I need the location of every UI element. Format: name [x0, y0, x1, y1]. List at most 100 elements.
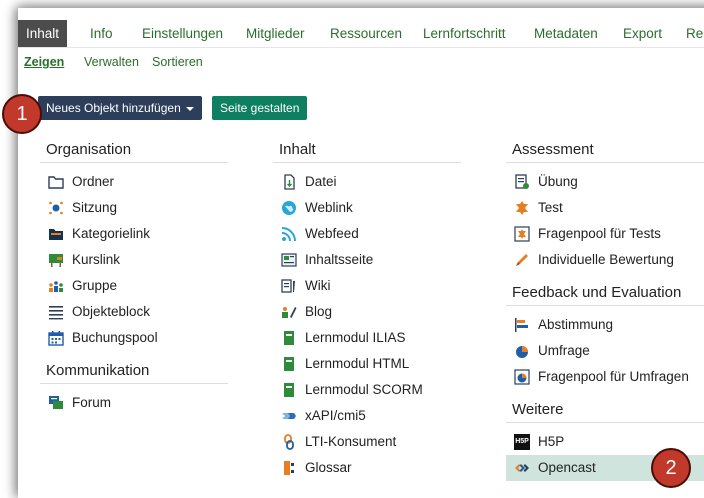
- item-lernmodul-scorm[interactable]: Lernmodul SCORM: [273, 377, 461, 403]
- item-uebung[interactable]: Übung: [506, 169, 704, 195]
- item-lti-konsument[interactable]: LTI-Konsument: [273, 429, 461, 455]
- item-sitzung[interactable]: Sitzung: [40, 195, 228, 221]
- item-label: LTI-Konsument: [305, 434, 397, 449]
- item-glossar[interactable]: Glossar: [273, 455, 461, 481]
- tab-metadaten[interactable]: Metadaten: [526, 20, 606, 47]
- item-label: Test: [538, 200, 563, 215]
- item-weblink[interactable]: Weblink: [273, 195, 461, 221]
- main-tabs: Inhalt Info Einstellungen Mitglieder Res…: [18, 20, 704, 48]
- item-gruppe[interactable]: Gruppe: [40, 273, 228, 299]
- exercise-icon: [515, 174, 529, 189]
- forum-icon: [49, 396, 63, 409]
- item-datei[interactable]: Datei: [273, 169, 461, 195]
- item-label: Fragenpool für Umfragen: [538, 369, 689, 384]
- item-label: Webfeed: [305, 226, 359, 241]
- item-fragenpool-umfragen[interactable]: Fragenpool für Umfragen: [506, 364, 704, 390]
- learning-module-icon: [284, 331, 294, 345]
- group-icon: [49, 281, 63, 292]
- item-label: Wiki: [305, 278, 331, 293]
- item-kategorielink[interactable]: Kategorielink: [40, 221, 228, 247]
- tab-more[interactable]: Re: [678, 20, 704, 47]
- item-xapi[interactable]: xAPI/cmi5: [273, 403, 461, 429]
- item-label: H5P: [538, 434, 565, 449]
- item-label: Objekteblock: [72, 304, 151, 319]
- group-title-kommunikation: Kommunikation: [40, 357, 228, 384]
- test-icon: [516, 201, 528, 215]
- item-forum[interactable]: Forum: [40, 390, 228, 416]
- item-kurslink[interactable]: Kurslink: [40, 247, 228, 273]
- pencil-icon: [516, 254, 528, 266]
- group-title-inhalt: Inhalt: [273, 136, 461, 163]
- column-assessment: Assessment Übung Test Fragenpool für Tes…: [506, 136, 704, 481]
- caret-down-icon: [185, 106, 194, 111]
- item-fragenpool-tests[interactable]: Fragenpool für Tests: [506, 221, 704, 247]
- item-label: Datei: [305, 174, 337, 189]
- column-organisation: Organisation Ordner Sitzung Kategorielin…: [40, 136, 228, 416]
- item-umfrage[interactable]: Umfrage: [506, 338, 704, 364]
- subtab-zeigen[interactable]: Zeigen: [24, 55, 64, 69]
- tab-info[interactable]: Info: [82, 20, 121, 47]
- rss-icon: [281, 227, 296, 242]
- list-icon: [49, 306, 63, 320]
- xapi-icon: [282, 413, 296, 419]
- tab-inhalt[interactable]: Inhalt: [18, 20, 68, 47]
- item-label: Kurslink: [72, 252, 121, 267]
- subtab-sortieren[interactable]: Sortieren: [152, 55, 203, 69]
- item-label: xAPI/cmi5: [305, 408, 366, 423]
- opencast-icon: [515, 464, 529, 472]
- item-blog[interactable]: Blog: [273, 299, 461, 325]
- item-label: Buchungspool: [72, 330, 158, 345]
- item-label: Umfrage: [538, 343, 590, 358]
- item-individuelle-bewertung[interactable]: Individuelle Bewertung: [506, 247, 704, 273]
- blog-icon: [282, 307, 297, 318]
- wiki-icon: [281, 279, 295, 293]
- session-icon: [49, 201, 63, 215]
- h5p-icon: H5P: [514, 434, 530, 450]
- add-object-label: Neues Objekt hinzufügen: [46, 101, 181, 115]
- category-link-icon: [49, 229, 63, 240]
- group-title-feedback: Feedback und Evaluation: [506, 279, 704, 306]
- learning-module-icon: [284, 383, 294, 397]
- item-lernmodul-html[interactable]: Lernmodul HTML: [273, 351, 461, 377]
- step-callout-2: 2: [651, 448, 691, 488]
- question-pool-icon: [514, 226, 530, 242]
- tab-ressourcen[interactable]: Ressourcen: [322, 20, 410, 47]
- add-object-button[interactable]: Neues Objekt hinzufügen: [38, 96, 202, 120]
- page-frame: Inhalt Info Einstellungen Mitglieder Res…: [18, 8, 704, 498]
- poll-icon: [515, 318, 528, 332]
- group-title-assessment: Assessment: [506, 136, 704, 163]
- item-webfeed[interactable]: Webfeed: [273, 221, 461, 247]
- survey-icon: [516, 346, 528, 358]
- item-label: Lernmodul SCORM: [305, 382, 423, 397]
- item-test[interactable]: Test: [506, 195, 704, 221]
- item-label: Fragenpool für Tests: [538, 226, 661, 241]
- item-lernmodul-ilias[interactable]: Lernmodul ILIAS: [273, 325, 461, 351]
- calendar-icon: [48, 331, 64, 346]
- course-link-icon: [49, 254, 63, 267]
- tab-einstellungen[interactable]: Einstellungen: [134, 20, 231, 47]
- tab-lernfortschritt[interactable]: Lernfortschritt: [415, 20, 514, 47]
- content-page-icon: [281, 253, 297, 267]
- item-label: Lernmodul HTML: [305, 356, 410, 371]
- tab-mitglieder[interactable]: Mitglieder: [238, 20, 313, 47]
- item-label: Forum: [72, 395, 112, 410]
- item-wiki[interactable]: Wiki: [273, 273, 461, 299]
- tab-export[interactable]: Export: [615, 20, 670, 47]
- globe-icon: [282, 201, 296, 215]
- item-inhaltsseite[interactable]: Inhaltsseite: [273, 247, 461, 273]
- folder-icon: [48, 176, 64, 189]
- item-label: Kategorielink: [72, 226, 151, 241]
- item-label: Übung: [538, 174, 578, 189]
- item-buchungspool[interactable]: Buchungspool: [40, 325, 228, 351]
- item-ordner[interactable]: Ordner: [40, 169, 228, 195]
- design-page-button[interactable]: Seite gestalten: [212, 96, 308, 120]
- survey-pool-icon: [514, 369, 530, 385]
- item-objekteblock[interactable]: Objekteblock: [40, 299, 228, 325]
- file-icon: [284, 174, 295, 190]
- item-label: Abstimmung: [538, 317, 614, 332]
- lti-icon: [284, 434, 294, 450]
- group-title-organisation: Organisation: [40, 136, 228, 163]
- learning-module-icon: [284, 357, 294, 371]
- item-abstimmung[interactable]: Abstimmung: [506, 312, 704, 338]
- subtab-verwalten[interactable]: Verwalten: [84, 55, 139, 69]
